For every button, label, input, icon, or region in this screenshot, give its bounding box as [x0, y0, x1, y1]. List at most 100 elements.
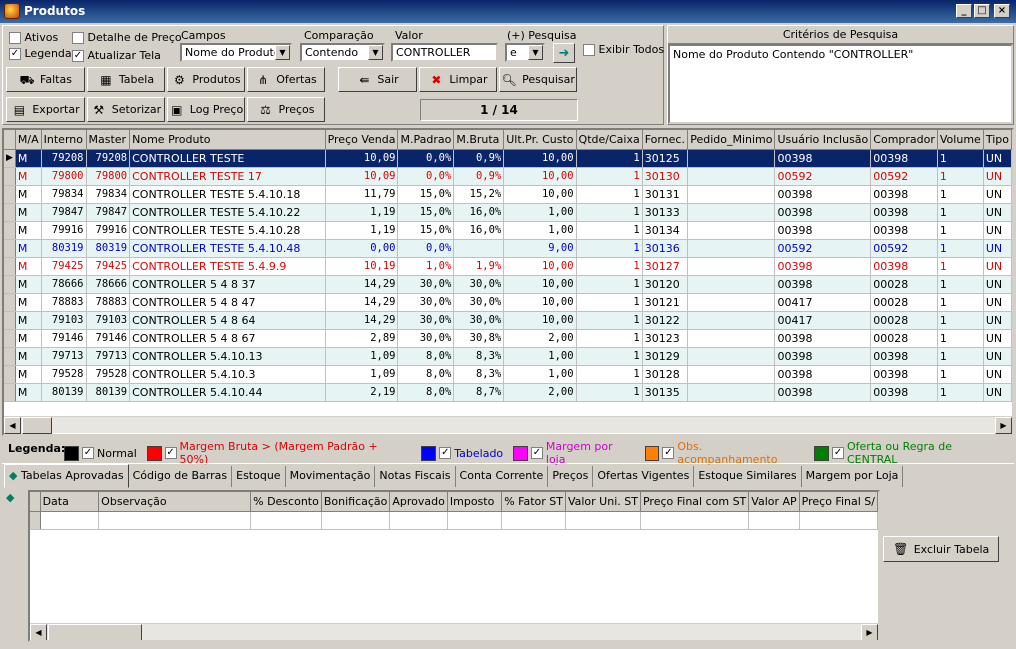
legenda-checkbox[interactable]: ✓ Legenda	[9, 47, 72, 60]
subgrid-column-header[interactable]: Valor Uni. ST	[565, 492, 641, 512]
column-header[interactable]: Tipo	[983, 130, 1012, 150]
cell-pedido[interactable]	[687, 347, 776, 366]
subgrid-horizontal-scrollbar[interactable]: ◀ ▶	[30, 623, 878, 640]
cell-custo[interactable]: 1,00	[503, 365, 577, 384]
cell-nome[interactable]: CONTROLLER 5 4 8 67	[129, 329, 326, 348]
cell-ma[interactable]: M	[15, 311, 42, 330]
cell-usuario[interactable]: 00417	[774, 311, 872, 330]
column-header[interactable]: Qtde/Caixa	[576, 130, 643, 150]
row-indicator[interactable]	[4, 221, 16, 240]
cell-qtde[interactable]: 1	[576, 185, 643, 204]
table-row[interactable]: ▶ M 79208 79208 CONTROLLER TESTE 10,09 0,0% 0,9…	[4, 149, 1012, 168]
cell-custo[interactable]: 10,00	[503, 185, 577, 204]
cell-interno[interactable]: 80139	[41, 383, 87, 402]
tab-5[interactable]: Notas Fiscais	[375, 466, 456, 487]
cell-fornec[interactable]: 30125	[642, 149, 689, 168]
tab-9[interactable]: Estoque Similares	[694, 466, 802, 487]
cell-comprador[interactable]: 00592	[870, 167, 938, 186]
cell-fornec[interactable]: 30135	[642, 383, 689, 402]
cell-venda[interactable]: 1,09	[325, 347, 399, 366]
cell-qtde[interactable]: 1	[576, 167, 643, 186]
tabela-button[interactable]: ▦ Tabela	[87, 67, 165, 92]
cell-custo[interactable]: 10,00	[503, 275, 577, 294]
cell-qtde[interactable]: 1	[576, 293, 643, 312]
cell-tipo[interactable]: UN	[983, 167, 1012, 186]
cell-volume[interactable]: 1	[937, 167, 984, 186]
row-indicator[interactable]	[4, 329, 16, 348]
comparacao-select[interactable]: Contendo ▼	[300, 43, 385, 62]
cell-tipo[interactable]: UN	[983, 365, 1012, 384]
cell-ma[interactable]: M	[15, 329, 42, 348]
cell-usuario[interactable]: 00398	[774, 329, 872, 348]
cell-volume[interactable]: 1	[937, 239, 984, 258]
cell-comprador[interactable]: 00592	[870, 239, 938, 258]
cell-fornec[interactable]: 30120	[642, 275, 689, 294]
table-row[interactable]: M 78883 78883 CONTROLLER 5 4 8 47 14,29 30,0%…	[4, 293, 1012, 312]
subgrid-cell[interactable]	[799, 511, 878, 530]
cell-custo[interactable]: 2,00	[503, 383, 577, 402]
cell-venda[interactable]: 11,79	[325, 185, 399, 204]
cell-comprador[interactable]: 00028	[870, 293, 938, 312]
cell-master[interactable]: 80319	[86, 239, 131, 258]
legend-checkbox[interactable]: ✓	[531, 447, 543, 459]
cell-tipo[interactable]: UN	[983, 383, 1012, 402]
cell-qtde[interactable]: 1	[576, 365, 643, 384]
cell-bruta[interactable]: 30,0%	[453, 275, 505, 294]
cell-master[interactable]: 79713	[86, 347, 131, 366]
cell-ma[interactable]: M	[15, 347, 42, 366]
produtos-button[interactable]: ⚙ Produtos	[167, 67, 245, 92]
cell-comprador[interactable]: 00028	[870, 329, 938, 348]
cell-venda[interactable]: 14,29	[325, 275, 399, 294]
cell-interno[interactable]: 79713	[41, 347, 87, 366]
cell-custo[interactable]: 1,00	[503, 221, 577, 240]
cell-usuario[interactable]: 00398	[774, 383, 872, 402]
cell-padrao[interactable]: 30,0%	[397, 329, 455, 348]
row-pointer-icon[interactable]: ▶	[4, 149, 16, 168]
cell-comprador[interactable]: 00398	[870, 365, 938, 384]
cell-tipo[interactable]: UN	[983, 239, 1012, 258]
cell-tipo[interactable]: UN	[983, 311, 1012, 330]
column-header[interactable]: M/A	[15, 130, 42, 150]
tab-10[interactable]: Margem por Loja	[802, 466, 904, 487]
subgrid-column-header[interactable]: Data	[40, 492, 100, 512]
scroll-thumb[interactable]	[48, 624, 142, 640]
cell-usuario[interactable]: 00417	[774, 293, 872, 312]
row-indicator[interactable]	[4, 203, 16, 222]
legend-checkbox[interactable]: ✓	[662, 447, 675, 459]
cell-qtde[interactable]: 1	[576, 329, 643, 348]
cell-volume[interactable]: 1	[937, 221, 984, 240]
tab-7[interactable]: Preços	[548, 466, 594, 487]
cell-pedido[interactable]	[687, 221, 776, 240]
cell-comprador[interactable]: 00028	[870, 311, 938, 330]
atualizar-tela-checkbox[interactable]: ✓ Atualizar Tela	[72, 49, 161, 62]
column-header[interactable]: Nome Produto	[129, 130, 326, 150]
cell-bruta[interactable]	[453, 239, 505, 258]
cell-comprador[interactable]: 00028	[870, 275, 938, 294]
cell-master[interactable]: 78666	[86, 275, 131, 294]
ofertas-button[interactable]: ⋔ Ofertas	[247, 67, 325, 92]
cell-volume[interactable]: 1	[937, 365, 984, 384]
exportar-button[interactable]: ▤ Exportar	[6, 97, 85, 122]
cell-usuario[interactable]: 00398	[774, 185, 872, 204]
table-row[interactable]: M 79146 79146 CONTROLLER 5 4 8 67 2,89 30,0% 3…	[4, 329, 1012, 348]
cell-fornec[interactable]: 30128	[642, 365, 689, 384]
limpar-button[interactable]: ✖ Limpar	[419, 67, 497, 92]
cell-nome[interactable]: CONTROLLER 5.4.10.13	[129, 347, 326, 366]
subgrid-column-header[interactable]: Preço Final com ST	[640, 492, 750, 512]
legend-checkbox[interactable]: ✓	[832, 447, 844, 459]
cell-nome[interactable]: CONTROLLER 5.4.10.44	[129, 383, 326, 402]
column-header[interactable]: Ult.Pr. Custo	[503, 130, 577, 150]
column-header[interactable]: M.Padrao	[397, 130, 455, 150]
cell-pedido[interactable]	[687, 311, 776, 330]
cell-nome[interactable]: CONTROLLER 5 4 8 64	[129, 311, 326, 330]
cell-bruta[interactable]: 16,0%	[453, 203, 505, 222]
cell-volume[interactable]: 1	[937, 329, 984, 348]
table-row[interactable]: M 78666 78666 CONTROLLER 5 4 8 37 14,29 30,0%…	[4, 275, 1012, 294]
row-indicator[interactable]	[4, 383, 16, 402]
subgrid-cell[interactable]	[250, 511, 322, 530]
cell-ma[interactable]: M	[15, 203, 42, 222]
cell-pedido[interactable]	[687, 365, 776, 384]
column-header[interactable]: Fornec.	[642, 130, 689, 150]
cell-usuario[interactable]: 00398	[774, 365, 872, 384]
row-indicator[interactable]	[4, 185, 16, 204]
